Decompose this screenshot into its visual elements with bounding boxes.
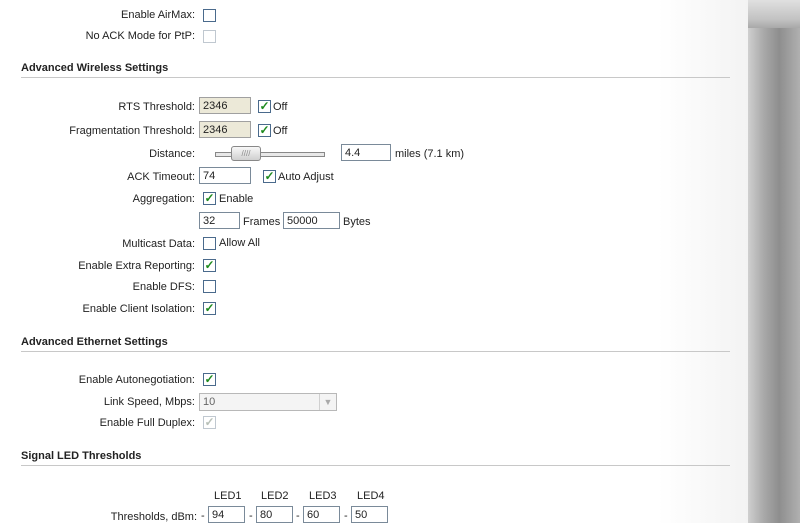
client-isolation-checkbox[interactable]: ✓ — [203, 301, 216, 315]
check-icon: ✓ — [204, 191, 215, 205]
ack-timeout-label: ACK Timeout: — [127, 171, 195, 183]
advanced-ethernet-title: Advanced Ethernet Settings — [21, 336, 730, 352]
aggregation-checkbox[interactable]: ✓ — [203, 191, 216, 205]
frag-off-label: Off — [273, 125, 288, 137]
distance-slider-handle[interactable]: //// — [231, 146, 261, 161]
aggregation-enable-label: Enable — [219, 193, 254, 205]
frag-threshold-label: Fragmentation Threshold: — [69, 125, 195, 137]
auto-adjust-label: Auto Adjust — [278, 171, 334, 183]
check-icon: ✓ — [204, 415, 215, 429]
link-speed-label: Link Speed, Mbps: — [103, 396, 195, 408]
full-duplex-checkbox[interactable]: ✓ — [203, 415, 216, 429]
led2-header: LED2 — [261, 490, 289, 502]
threshold-separator: - — [344, 510, 348, 522]
signal-led-title: Signal LED Thresholds — [21, 450, 730, 466]
check-icon: ✓ — [204, 301, 215, 315]
allow-all-label: Allow All — [219, 237, 260, 249]
threshold-separator: - — [296, 510, 300, 522]
distance-label: Distance: — [149, 148, 195, 160]
enable-dfs-checkbox[interactable] — [203, 280, 216, 293]
rts-off-label: Off — [273, 101, 288, 113]
autonegotiation-label: Enable Autonegotiation: — [78, 374, 195, 386]
check-icon: ✓ — [204, 372, 215, 386]
full-duplex-label: Enable Full Duplex: — [99, 417, 195, 429]
distance-input[interactable] — [341, 144, 391, 161]
check-icon: ✓ — [264, 169, 275, 183]
check-icon: ✓ — [259, 123, 270, 137]
enable-airmax-checkbox[interactable] — [203, 9, 216, 22]
threshold-separator: - — [249, 510, 253, 522]
led3-header: LED3 — [309, 490, 337, 502]
led3-threshold-input[interactable] — [303, 506, 340, 523]
rts-threshold-input[interactable] — [199, 97, 251, 114]
threshold-separator: - — [201, 510, 205, 522]
led1-threshold-input[interactable] — [208, 506, 245, 523]
check-icon: ✓ — [204, 258, 215, 272]
client-isolation-label: Enable Client Isolation: — [82, 303, 195, 315]
thresholds-label: Thresholds, dBm: — [110, 511, 197, 523]
advanced-wireless-title: Advanced Wireless Settings — [21, 62, 730, 78]
ack-timeout-input[interactable] — [199, 167, 251, 184]
right-sidebar-header — [748, 0, 800, 28]
no-ack-label: No ACK Mode for PtP: — [85, 30, 195, 42]
chevron-down-icon: ▼ — [319, 394, 336, 410]
frames-label: Frames — [243, 216, 281, 228]
multicast-data-label: Multicast Data: — [122, 238, 195, 250]
enable-dfs-label: Enable DFS: — [132, 281, 195, 293]
aggregation-label: Aggregation: — [132, 193, 195, 205]
rts-off-checkbox[interactable]: ✓ — [258, 99, 271, 113]
led1-header: LED1 — [214, 490, 242, 502]
aggregation-bytes-input[interactable] — [283, 212, 340, 229]
enable-airmax-label: Enable AirMax: — [121, 9, 195, 21]
check-icon: ✓ — [259, 99, 270, 113]
led2-threshold-input[interactable] — [256, 506, 293, 523]
autonegotiation-checkbox[interactable]: ✓ — [203, 372, 216, 386]
led4-header: LED4 — [357, 490, 385, 502]
aggregation-frames-input[interactable] — [199, 212, 240, 229]
link-speed-value: 10 — [203, 396, 216, 408]
link-speed-select[interactable]: 10 ▼ — [199, 393, 337, 411]
frag-off-checkbox[interactable]: ✓ — [258, 123, 271, 137]
distance-unit-label: miles (7.1 km) — [395, 148, 465, 160]
led4-threshold-input[interactable] — [351, 506, 388, 523]
auto-adjust-checkbox[interactable]: ✓ — [263, 169, 276, 183]
right-sidebar — [748, 0, 800, 523]
extra-reporting-label: Enable Extra Reporting: — [78, 260, 195, 272]
rts-threshold-label: RTS Threshold: — [118, 101, 195, 113]
no-ack-checkbox[interactable] — [203, 30, 216, 43]
bytes-label: Bytes — [343, 216, 371, 228]
frag-threshold-input[interactable] — [199, 121, 251, 138]
allow-all-checkbox[interactable] — [203, 237, 216, 250]
extra-reporting-checkbox[interactable]: ✓ — [203, 258, 216, 272]
